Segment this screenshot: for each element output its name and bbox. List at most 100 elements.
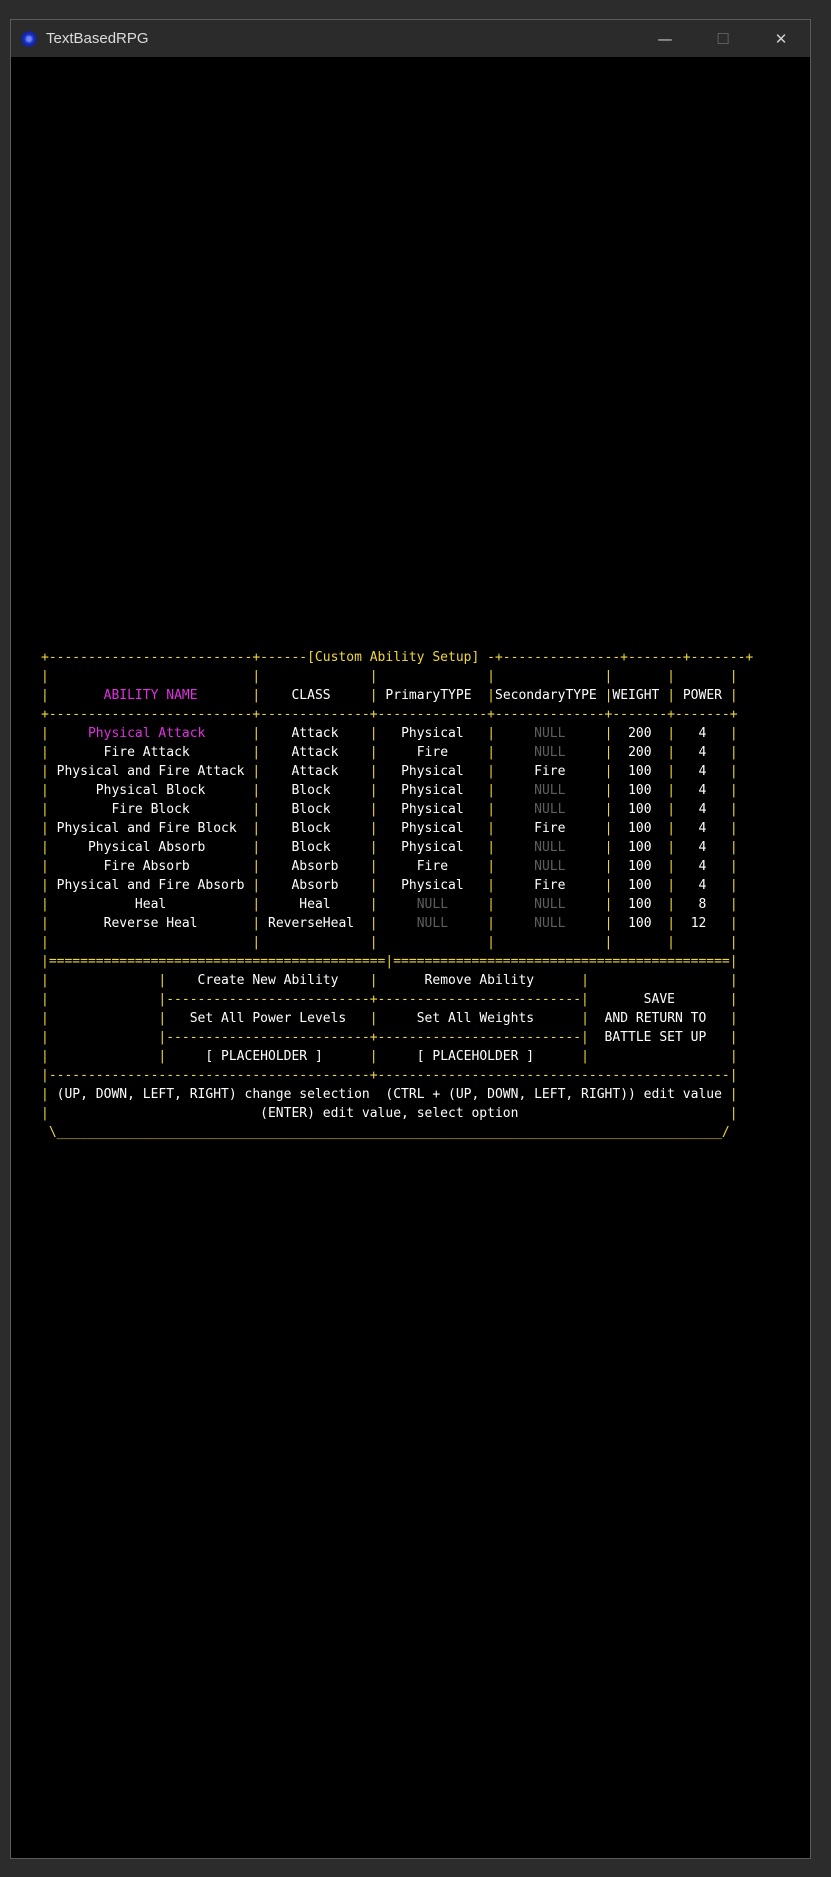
help-row: | (UP, DOWN, LEFT, RIGHT) change selecti… [41, 1087, 738, 1102]
maximize-icon: ☐ [716, 29, 730, 48]
header-power[interactable]: POWER [683, 688, 722, 703]
power-cell[interactable]: 4 [699, 726, 707, 741]
class-cell[interactable]: Absorb [291, 859, 338, 874]
help-navigation: (UP, DOWN, LEFT, RIGHT) change selection [56, 1087, 370, 1102]
table-row: | Heal | Heal | NULL | NULL | 100 | 8 | [41, 897, 738, 912]
primary-type-cell[interactable]: Physical [401, 878, 464, 893]
ability-name-cell[interactable]: Physical and Fire Attack [57, 764, 245, 779]
weight-cell[interactable]: 100 [628, 859, 651, 874]
weight-cell[interactable]: 100 [628, 802, 651, 817]
menu-divider: |=======================================… [41, 954, 738, 969]
set-all-weights-option[interactable]: Set All Weights [417, 1011, 534, 1026]
class-cell[interactable]: Block [291, 783, 330, 798]
class-cell[interactable]: ReverseHeal [268, 916, 354, 931]
header-ability-name[interactable]: ABILITY NAME [104, 688, 198, 703]
class-cell[interactable]: Block [291, 821, 330, 836]
weight-cell[interactable]: 200 [628, 745, 651, 760]
class-cell[interactable]: Attack [291, 745, 338, 760]
ability-name-cell[interactable]: Fire Block [111, 802, 189, 817]
ability-name-cell[interactable]: Fire Absorb [104, 859, 190, 874]
ability-name-cell[interactable]: Physical Absorb [88, 840, 205, 855]
power-cell[interactable]: 4 [699, 802, 707, 817]
weight-cell[interactable]: 100 [628, 821, 651, 836]
primary-type-cell[interactable]: Fire [417, 745, 448, 760]
class-cell[interactable]: Attack [291, 726, 338, 741]
secondary-type-cell: NULL [534, 745, 566, 760]
primary-type-cell[interactable]: Physical [401, 726, 464, 741]
secondary-type-cell[interactable]: Fire [534, 764, 565, 779]
help-enter[interactable]: (ENTER) edit value, select option [260, 1106, 518, 1121]
power-cell[interactable]: 4 [699, 764, 707, 779]
table-row: | Physical Attack | Attack | Physical | … [41, 726, 738, 741]
weight-cell[interactable]: 100 [628, 878, 651, 893]
power-cell[interactable]: 4 [699, 821, 707, 836]
remove-ability-option[interactable]: Remove Ability [425, 973, 535, 988]
secondary-type-cell: NULL [534, 859, 566, 874]
primary-type-cell[interactable]: Physical [401, 840, 464, 855]
weight-cell[interactable]: 100 [628, 840, 651, 855]
power-cell[interactable]: 8 [699, 897, 707, 912]
help-divider: |---------------------------------------… [41, 1068, 738, 1083]
ability-name-cell[interactable]: Heal [135, 897, 166, 912]
primary-type-cell[interactable]: Physical [401, 821, 464, 836]
secondary-type-cell: NULL [534, 840, 566, 855]
ability-name-cell[interactable]: Fire Attack [104, 745, 190, 760]
power-cell[interactable]: 12 [691, 916, 707, 931]
secondary-type-cell[interactable]: Fire [534, 821, 565, 836]
header-primary-type[interactable]: PrimaryTYPE [385, 688, 471, 703]
weight-cell[interactable]: 100 [628, 897, 651, 912]
save-return-option[interactable]: BATTLE SET UP [605, 1030, 707, 1045]
table-row: | Reverse Heal | ReverseHeal | NULL | NU… [41, 916, 738, 931]
header-secondary-type[interactable]: SecondaryTYPE [495, 688, 597, 703]
save-return-option[interactable]: AND RETURN TO [605, 1011, 707, 1026]
power-cell[interactable]: 4 [699, 859, 707, 874]
header-weight[interactable]: WEIGHT [612, 688, 659, 703]
weight-cell[interactable]: 200 [628, 726, 651, 741]
bottom-border: \_______________________________________… [41, 1125, 730, 1140]
power-cell[interactable]: 4 [699, 783, 707, 798]
window-title: TextBasedRPG [46, 30, 149, 47]
class-cell[interactable]: Heal [299, 897, 330, 912]
ability-name-cell[interactable]: Physical Attack [88, 726, 205, 741]
menu-row: | | Create New Ability | Remove Ability … [41, 973, 738, 988]
minimize-icon: — [657, 29, 673, 48]
header-class[interactable]: CLASS [291, 688, 330, 703]
power-cell[interactable]: 4 [699, 878, 707, 893]
menu-row: | | [ PLACEHOLDER ] | [ PLACEHOLDER ] | … [41, 1049, 738, 1064]
primary-type-cell[interactable]: Physical [401, 764, 464, 779]
ability-name-cell[interactable]: Physical and Fire Block [57, 821, 237, 836]
ability-name-cell[interactable]: Physical and Fire Absorb [57, 878, 245, 893]
class-cell[interactable]: Attack [291, 764, 338, 779]
class-cell[interactable]: Absorb [291, 878, 338, 893]
class-cell[interactable]: Block [291, 840, 330, 855]
primary-type-cell[interactable]: Fire [417, 859, 448, 874]
maximize-button[interactable]: ☐ [694, 20, 752, 57]
weight-cell[interactable]: 100 [628, 764, 651, 779]
create-new-ability-option[interactable]: Create New Ability [198, 973, 339, 988]
placeholder-option-1[interactable]: [ PLACEHOLDER ] [205, 1049, 322, 1064]
power-cell[interactable]: 4 [699, 840, 707, 855]
header-divider: +--------------------------+------------… [41, 707, 738, 722]
set-all-power-levels-option[interactable]: Set All Power Levels [190, 1011, 347, 1026]
help-row: | (ENTER) edit value, select option | [41, 1106, 738, 1121]
primary-type-cell[interactable]: Physical [401, 802, 464, 817]
ability-name-cell[interactable]: Reverse Heal [104, 916, 198, 931]
menu-row: | |--------------------------+----------… [41, 1030, 738, 1045]
class-cell[interactable]: Block [292, 802, 331, 817]
weight-cell[interactable]: 100 [628, 916, 651, 931]
minimize-button[interactable]: — [636, 20, 694, 57]
close-button[interactable]: ✕ [752, 20, 810, 57]
primary-type-cell[interactable]: Physical [401, 783, 464, 798]
ability-name-cell[interactable]: Physical Block [96, 783, 206, 798]
secondary-type-cell: NULL [534, 726, 566, 741]
power-cell[interactable]: 4 [699, 745, 707, 760]
blank-row: | | | | | | | [41, 669, 738, 684]
placeholder-option-2[interactable]: [ PLACEHOLDER ] [417, 1049, 534, 1064]
secondary-type-cell: NULL [534, 916, 566, 931]
screen-heading: [Custom Ability Setup] [307, 650, 480, 665]
title-bar[interactable]: TextBasedRPG — ☐ ✕ [11, 20, 810, 57]
weight-cell[interactable]: 100 [628, 783, 651, 798]
save-return-option[interactable]: SAVE [644, 992, 675, 1007]
primary-type-cell: NULL [416, 897, 449, 912]
secondary-type-cell[interactable]: Fire [534, 878, 565, 893]
